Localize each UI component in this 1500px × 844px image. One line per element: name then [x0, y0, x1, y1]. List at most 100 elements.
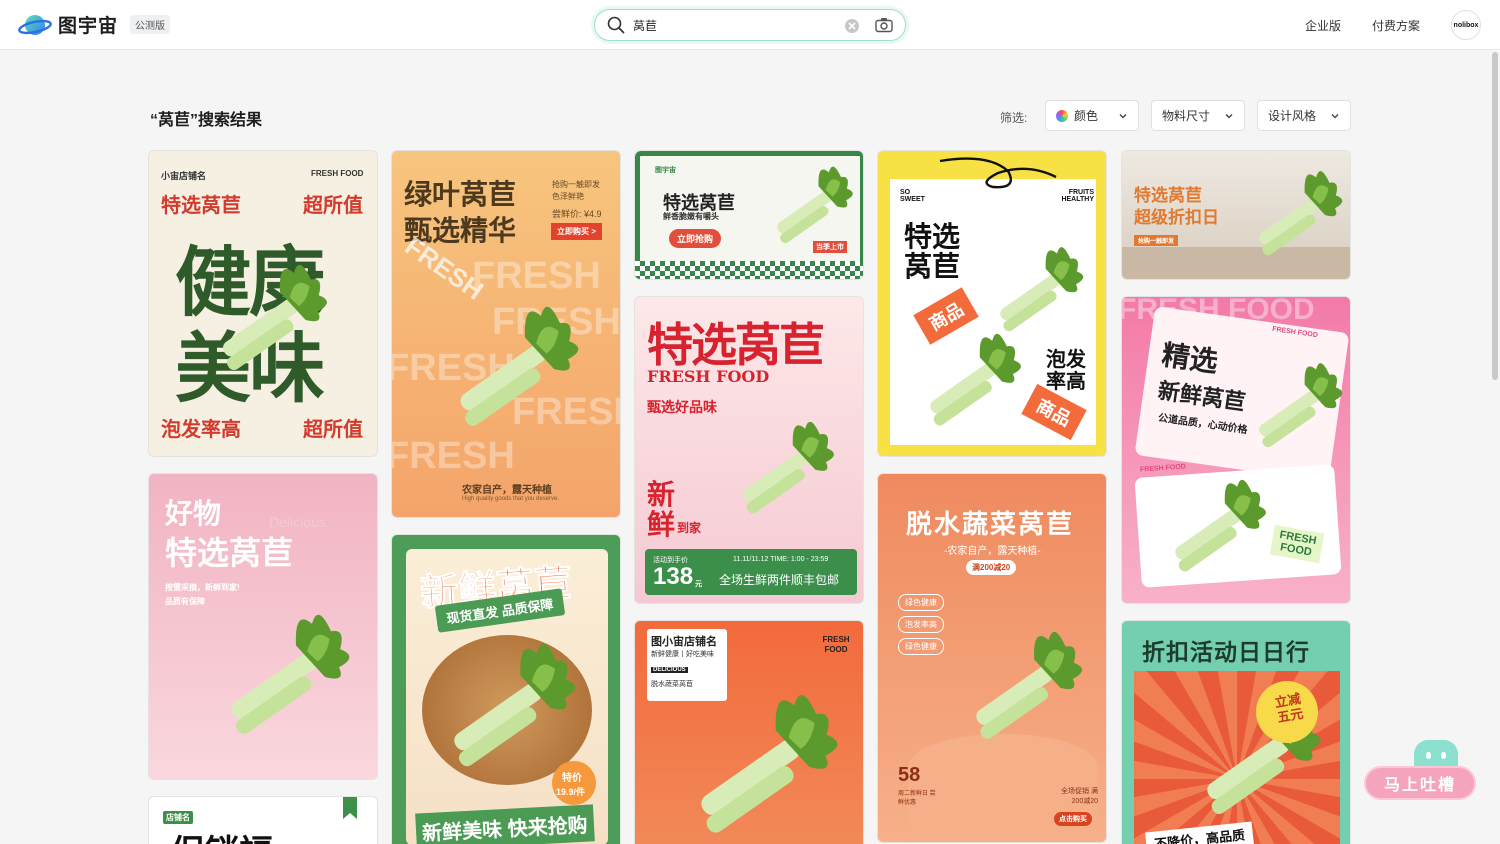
- card-title-2: 莴苣: [904, 251, 961, 282]
- template-card-9[interactable]: 新鲜莴苣 现货直发 品质保障 特价 19.9/件 新鲜美味 快来抢购: [391, 534, 621, 844]
- nav-enterprise-link[interactable]: 企业版: [1305, 17, 1341, 34]
- template-card-7[interactable]: FRESH FOOD 精选 新鲜莴苣 公道品质，心动价格 FRESH FOOD …: [1121, 296, 1351, 604]
- card-bottom-sub: High quality goods that you deserve.: [462, 496, 560, 502]
- size-filter-dropdown[interactable]: 物料尺寸: [1151, 100, 1245, 131]
- card-subtitle: FRESH FOOD: [647, 367, 770, 386]
- scribble-icon: [939, 157, 1057, 189]
- feedback-button[interactable]: 马上吐槽: [1364, 766, 1476, 800]
- template-card-4[interactable]: 特选莴苣 FRESH FOOD 甄选好品味 新 鲜 到家 活动到手价 138 元…: [634, 296, 864, 604]
- card-vertical-text-3: 到家: [677, 521, 702, 535]
- bookmark-icon: [343, 797, 357, 819]
- card-title: 特选莴苣: [161, 193, 241, 217]
- card-price: 138: [653, 563, 694, 590]
- card-footer-right: 超所值: [303, 417, 363, 441]
- card-shop-name: 图小宙店铺名: [651, 636, 717, 648]
- template-card-13[interactable]: 店铺名 促销福: [148, 796, 378, 844]
- card-title: 特选莴苣: [647, 318, 825, 372]
- card-fresh-label: FRESH FOOD: [822, 635, 850, 654]
- lettuce-image: [655, 685, 855, 844]
- style-filter-dropdown[interactable]: 设计风格: [1257, 100, 1351, 131]
- card-price-unit: 元: [695, 581, 702, 588]
- template-card-6[interactable]: 特选莴苣 超级折扣日 抢购一触即发: [1121, 150, 1351, 280]
- user-avatar[interactable]: nolibox: [1451, 10, 1481, 40]
- card-buy-button: 点击购买: [1054, 812, 1092, 826]
- planet-logo-icon: [18, 14, 52, 35]
- card-price: 58: [898, 764, 921, 786]
- lettuce-image-2: [896, 327, 1036, 447]
- camera-search-icon[interactable]: [875, 17, 893, 33]
- app-name: 图宇宙: [58, 16, 119, 37]
- card-offer: 全场生鲜两件顺丰包邮: [719, 573, 840, 587]
- search-input[interactable]: [633, 17, 833, 33]
- card-badge: 立减五元: [1273, 690, 1305, 726]
- search-icon[interactable]: [607, 16, 625, 34]
- lettuce-image: [1232, 165, 1351, 275]
- card-fruits-label: FRUITS HEALTHY: [1061, 189, 1094, 203]
- card-price: 19.9/件: [556, 787, 586, 797]
- card-time: 11.11/11.12 TIME: 1:00 - 23:59: [733, 556, 829, 563]
- chevron-down-icon: [1225, 114, 1233, 119]
- card-title: 绿叶莴苣: [404, 178, 517, 211]
- card-price-label: 特价: [562, 773, 582, 784]
- card-shop-name: 小宙店铺名: [161, 171, 207, 181]
- card-footer-left: 泡发率高: [161, 417, 241, 441]
- template-card-2[interactable]: 绿叶莴苣 甄选精华 抢购一触即发 色泽鲜艳 尝鲜价: ¥4.9 立即购买 > F…: [391, 150, 621, 518]
- lettuce-image: [422, 291, 592, 461]
- card-title: 好物: [165, 498, 222, 529]
- template-card-8[interactable]: 好物 特选莴苣 Delicious 按需采摘，新鲜到家! 品质有保障: [148, 473, 378, 780]
- chevron-down-icon: [1331, 114, 1339, 119]
- style-filter-label: 设计风格: [1268, 109, 1317, 123]
- card-brand: 图宇宙: [655, 167, 676, 174]
- clear-search-icon[interactable]: [844, 18, 860, 34]
- card-bottom-text: 农家自产，露天种植: [462, 485, 552, 496]
- card-title: 促销福: [171, 825, 273, 844]
- card-buy-button: 立即抢购: [669, 229, 722, 248]
- card-badge: 满200减20: [966, 560, 1017, 575]
- card-vertical-text-2: 鲜: [647, 508, 676, 541]
- card-tag: 新鲜健康丨好吃美味: [651, 651, 714, 658]
- card-tag: 抢购一触即发: [1134, 235, 1179, 246]
- nav-pricing-link[interactable]: 付费方案: [1372, 17, 1420, 34]
- card-title-right: 超所值: [303, 193, 363, 217]
- card-tag: 甄选好品味: [647, 400, 717, 416]
- card-price-note: 周二新鲜日 尝鲜优惠: [898, 791, 936, 806]
- color-filter-dropdown[interactable]: 颜色: [1045, 100, 1139, 131]
- template-card-11[interactable]: 脱水蔬菜莴苣 -农家自产，露天种植- 满200减20 绿色健康 泡发率高 绿色健…: [877, 473, 1107, 843]
- lettuce-image: [1232, 357, 1351, 467]
- color-filter-label: 颜色: [1074, 109, 1099, 123]
- search-box[interactable]: [594, 9, 906, 41]
- template-card-5[interactable]: SO SWEET FRUITS HEALTHY 特选 莴苣 商品 泡发 率高 商…: [877, 150, 1107, 457]
- card-promo: 全场促销 满200减20: [1061, 788, 1098, 805]
- template-card-12[interactable]: 折扣活动日日行 立减五元 不降价，高品质: [1121, 620, 1351, 844]
- card-so-label: SO SWEET: [900, 189, 925, 203]
- card-buy-button: 立即购买 >: [551, 223, 602, 240]
- card-price: 尝鲜价: ¥4.9: [552, 209, 602, 219]
- card-subtitle: 鲜香脆嫩有嚼头: [663, 212, 719, 221]
- lettuce-image: [689, 415, 864, 535]
- card-subtitle: 按需采摘，新鲜到家!: [165, 583, 240, 592]
- app-logo[interactable]: 图宇宙 公测版: [18, 11, 171, 38]
- card-shop-name: 店铺名: [163, 811, 193, 824]
- card-title: 折扣活动日日行: [1142, 639, 1310, 665]
- card-note-2: 色泽鲜艳: [552, 192, 584, 201]
- card-subtitle: -农家自产，露天种植-: [944, 546, 1041, 557]
- lettuce-image: [938, 624, 1098, 764]
- beta-badge: 公测版: [130, 15, 171, 34]
- card-deco-text: Delicious: [269, 514, 326, 530]
- card-note: 抢购一触即发: [552, 180, 600, 189]
- color-wheel-icon: [1056, 109, 1068, 122]
- card-title-2: 超级折扣日: [1134, 208, 1219, 227]
- card-side-text-2: 率高: [1046, 371, 1086, 393]
- lettuce-image: [193, 604, 363, 764]
- chevron-down-icon: [1119, 114, 1127, 119]
- template-card-3[interactable]: 图宇宙 特选莴苣 鲜香脆嫩有嚼头 立即抢购 当季上市: [634, 150, 864, 280]
- template-card-10[interactable]: 图小宙店铺名 新鲜健康丨好吃美味 DELICIOUS 脱水蔬菜莴苣 FRESH …: [634, 620, 864, 844]
- feedback-widget[interactable]: 马上吐槽: [1364, 740, 1476, 800]
- size-filter-label: 物料尺寸: [1162, 109, 1211, 123]
- card-tag: 当季上市: [813, 241, 847, 253]
- template-card-1[interactable]: 小宙店铺名 FRESH FOOD 特选莴苣 超所值 健康 美味 泡发率高 超所值: [148, 150, 378, 457]
- card-deli: DELICIOUS: [651, 667, 688, 673]
- lettuce-image: [189, 251, 339, 401]
- page-scrollbar[interactable]: [1492, 52, 1498, 380]
- results-title: “莴苣”搜索结果: [150, 112, 263, 129]
